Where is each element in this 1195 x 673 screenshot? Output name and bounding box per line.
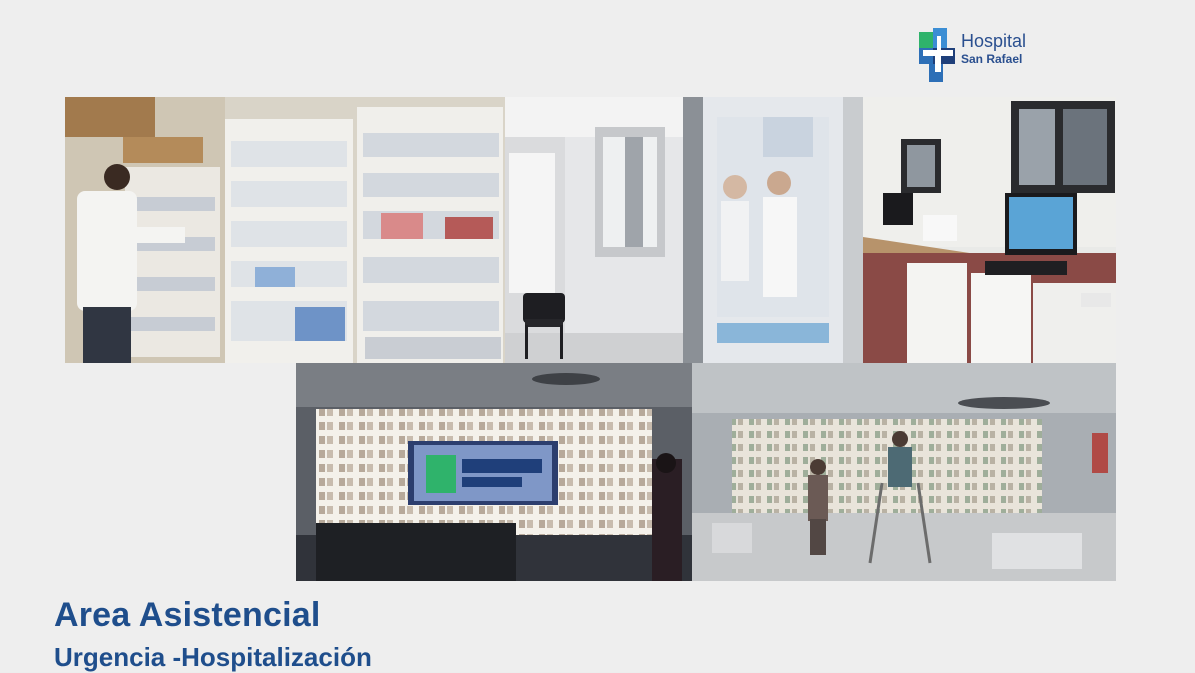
slide: Hospital San Rafael Area Asistencial Urg… [0, 0, 1195, 672]
hospital-cross-logo-icon [919, 28, 955, 82]
photo-waiting-room [296, 363, 692, 581]
logo-name-line2: San Rafael [961, 52, 1023, 66]
photo-banner-room [683, 97, 863, 363]
logo-name-line1: Hospital [961, 31, 1027, 51]
hospital-logo: Hospital San Rafael [917, 28, 1026, 84]
photo-renovation-room [692, 363, 1116, 581]
photo-consultation-room [505, 97, 683, 363]
photo-computer-desk [863, 97, 1116, 363]
page-title: Area Asistencial [54, 596, 321, 634]
photo-pharmacy-shelves [65, 97, 505, 363]
page-subtitle: Urgencia -Hospitalización [54, 642, 372, 672]
